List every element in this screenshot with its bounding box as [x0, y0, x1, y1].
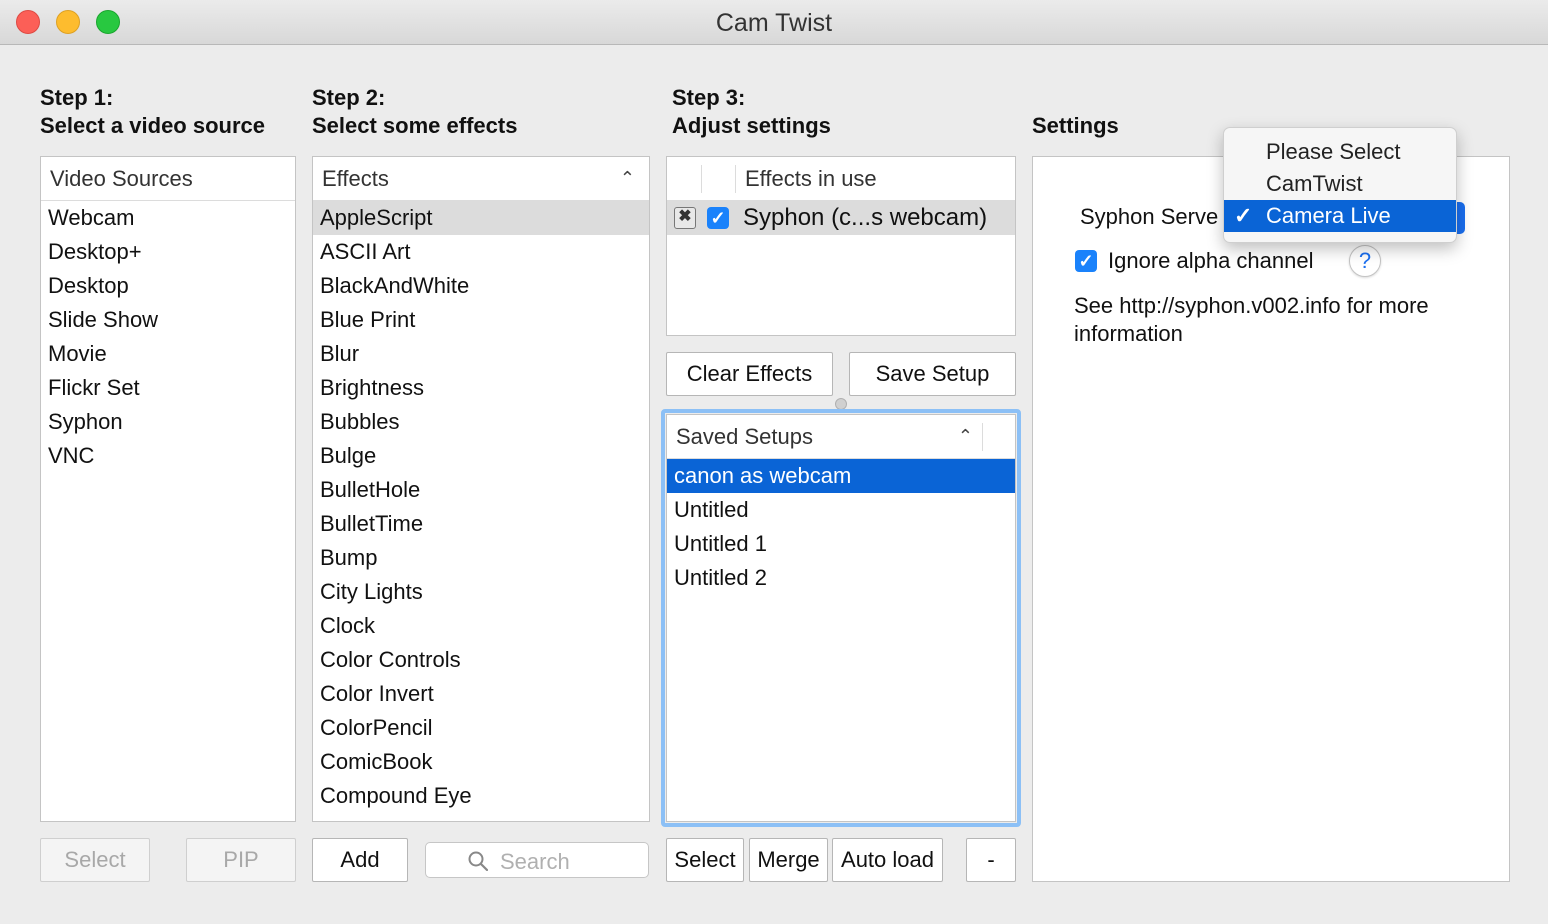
step1-description: Select a video source	[40, 113, 265, 138]
list-item[interactable]: ComicBook	[313, 745, 649, 779]
syphon-info-line2: information	[1074, 321, 1183, 346]
effects-list[interactable]: Effects ⌃ AppleScript ASCII Art BlackAnd…	[312, 156, 650, 822]
saved-setups-header[interactable]: Saved Setups ⌃	[667, 415, 1015, 459]
list-item-selected[interactable]: AppleScript	[313, 201, 649, 235]
save-setup-button[interactable]: Save Setup	[849, 352, 1016, 396]
auto-load-button[interactable]: Auto load	[832, 838, 943, 882]
list-item[interactable]: Untitled 2	[667, 561, 1015, 595]
step3-heading: Step 3: Adjust settings	[672, 84, 831, 140]
enable-effect-checkbox[interactable]: ✓	[707, 207, 729, 229]
menu-item-camtwist[interactable]: CamTwist	[1224, 168, 1456, 200]
effect-in-use-label: Syphon (c...s webcam)	[743, 204, 988, 231]
checkmark-icon: ✓	[1234, 203, 1253, 228]
list-item[interactable]: Untitled	[667, 493, 1015, 527]
pip-button[interactable]: PIP	[186, 838, 296, 882]
column-divider	[982, 423, 983, 451]
menu-item-please-select[interactable]: Please Select	[1224, 136, 1456, 168]
list-item[interactable]: City Lights	[313, 575, 649, 609]
list-item[interactable]: Untitled 1	[667, 527, 1015, 561]
list-item[interactable]: Slide Show	[41, 303, 295, 337]
syphon-server-menu[interactable]: Please Select CamTwist ✓ Camera Live	[1223, 127, 1457, 243]
chevron-up-icon[interactable]: ⌃	[620, 157, 635, 200]
column-divider	[701, 165, 702, 193]
effects-in-use-list[interactable]: Effects in use ✖ ✓ Syphon (c...s webcam)	[666, 156, 1016, 336]
ignore-alpha-label: Ignore alpha channel	[1108, 248, 1314, 273]
window-title: Cam Twist	[715, 9, 833, 37]
list-item-selected[interactable]: canon as webcam	[667, 459, 1015, 493]
list-item[interactable]: BulletTime	[313, 507, 649, 541]
select-source-button[interactable]: Select	[40, 838, 150, 882]
syphon-info-line1: See http://syphon.v002.info for more	[1074, 293, 1429, 318]
saved-setups-items: canon as webcam Untitled Untitled 1 Unti…	[667, 459, 1015, 595]
effects-in-use-header-label: Effects in use	[745, 166, 877, 191]
list-item[interactable]: Compound Eye	[313, 779, 649, 813]
search-placeholder: Search	[500, 849, 570, 874]
saved-setups-list[interactable]: Saved Setups ⌃ canon as webcam Untitled …	[666, 414, 1016, 822]
remove-setup-button[interactable]: -	[966, 838, 1016, 882]
table-row[interactable]: ✖ ✓ Syphon (c...s webcam)	[667, 201, 1015, 235]
list-item[interactable]: BlackAndWhite	[313, 269, 649, 303]
list-item[interactable]: Flickr Set	[41, 371, 295, 405]
video-sources-header[interactable]: Video Sources	[41, 157, 295, 201]
chevron-up-icon[interactable]: ⌃	[958, 415, 973, 458]
merge-setup-button[interactable]: Merge	[749, 838, 828, 882]
list-item[interactable]: VNC	[41, 439, 295, 473]
step2-heading: Step 2: Select some effects	[312, 84, 517, 140]
menu-item-camera-live[interactable]: ✓ Camera Live	[1224, 200, 1456, 232]
list-item[interactable]: ASCII Art	[313, 235, 649, 269]
list-item[interactable]: Syphon	[41, 405, 295, 439]
syphon-info-text: See http://syphon.v002.info for more inf…	[1074, 292, 1429, 348]
list-item[interactable]: Desktop	[41, 269, 295, 303]
select-setup-button[interactable]: Select	[666, 838, 744, 882]
list-item[interactable]: Clock	[313, 609, 649, 643]
list-item[interactable]: ColorPencil	[313, 711, 649, 745]
step2-description: Select some effects	[312, 113, 518, 138]
clear-effects-button[interactable]: Clear Effects	[666, 352, 833, 396]
list-item[interactable]: Desktop+	[41, 235, 295, 269]
effects-items: AppleScript ASCII Art BlackAndWhite Blue…	[313, 201, 649, 813]
remove-effect-icon[interactable]: ✖	[674, 207, 696, 229]
list-item[interactable]: Color Invert	[313, 677, 649, 711]
step1-number: Step 1:	[40, 85, 114, 110]
search-icon	[468, 851, 488, 871]
settings-panel: Syphon Serve ✓ Ignore alpha channel ? Se…	[1032, 156, 1510, 882]
list-item[interactable]: Bump	[313, 541, 649, 575]
video-sources-list[interactable]: Video Sources Webcam Desktop+ Desktop Sl…	[40, 156, 296, 822]
ignore-alpha-checkbox[interactable]: ✓	[1075, 250, 1097, 272]
step3-number: Step 3:	[672, 85, 746, 110]
column-divider	[735, 165, 736, 193]
list-item[interactable]: Blur	[313, 337, 649, 371]
list-item[interactable]: Webcam	[41, 201, 295, 235]
add-effect-button[interactable]: Add	[312, 838, 408, 882]
effects-header-label: Effects	[322, 166, 389, 191]
list-item[interactable]: BulletHole	[313, 473, 649, 507]
effects-search-field[interactable]: Search	[425, 842, 649, 878]
list-item[interactable]: Movie	[41, 337, 295, 371]
step2-number: Step 2:	[312, 85, 386, 110]
step3-description: Adjust settings	[672, 113, 831, 138]
step1-heading: Step 1: Select a video source	[40, 84, 265, 140]
list-item[interactable]: Color Controls	[313, 643, 649, 677]
list-item[interactable]: Bubbles	[313, 405, 649, 439]
list-item[interactable]: Brightness	[313, 371, 649, 405]
effects-header[interactable]: Effects ⌃	[313, 157, 649, 201]
help-button[interactable]: ?	[1349, 245, 1381, 277]
syphon-server-label: Syphon Serve	[1080, 204, 1219, 229]
saved-setups-header-label: Saved Setups	[676, 424, 813, 449]
list-item[interactable]: Blue Print	[313, 303, 649, 337]
list-item[interactable]: Bulge	[313, 439, 649, 473]
effects-in-use-header[interactable]: Effects in use	[667, 157, 1015, 201]
menu-item-label: Camera Live	[1266, 203, 1391, 228]
settings-heading: Settings	[1032, 113, 1119, 138]
video-sources-items: Webcam Desktop+ Desktop Slide Show Movie…	[41, 201, 295, 473]
